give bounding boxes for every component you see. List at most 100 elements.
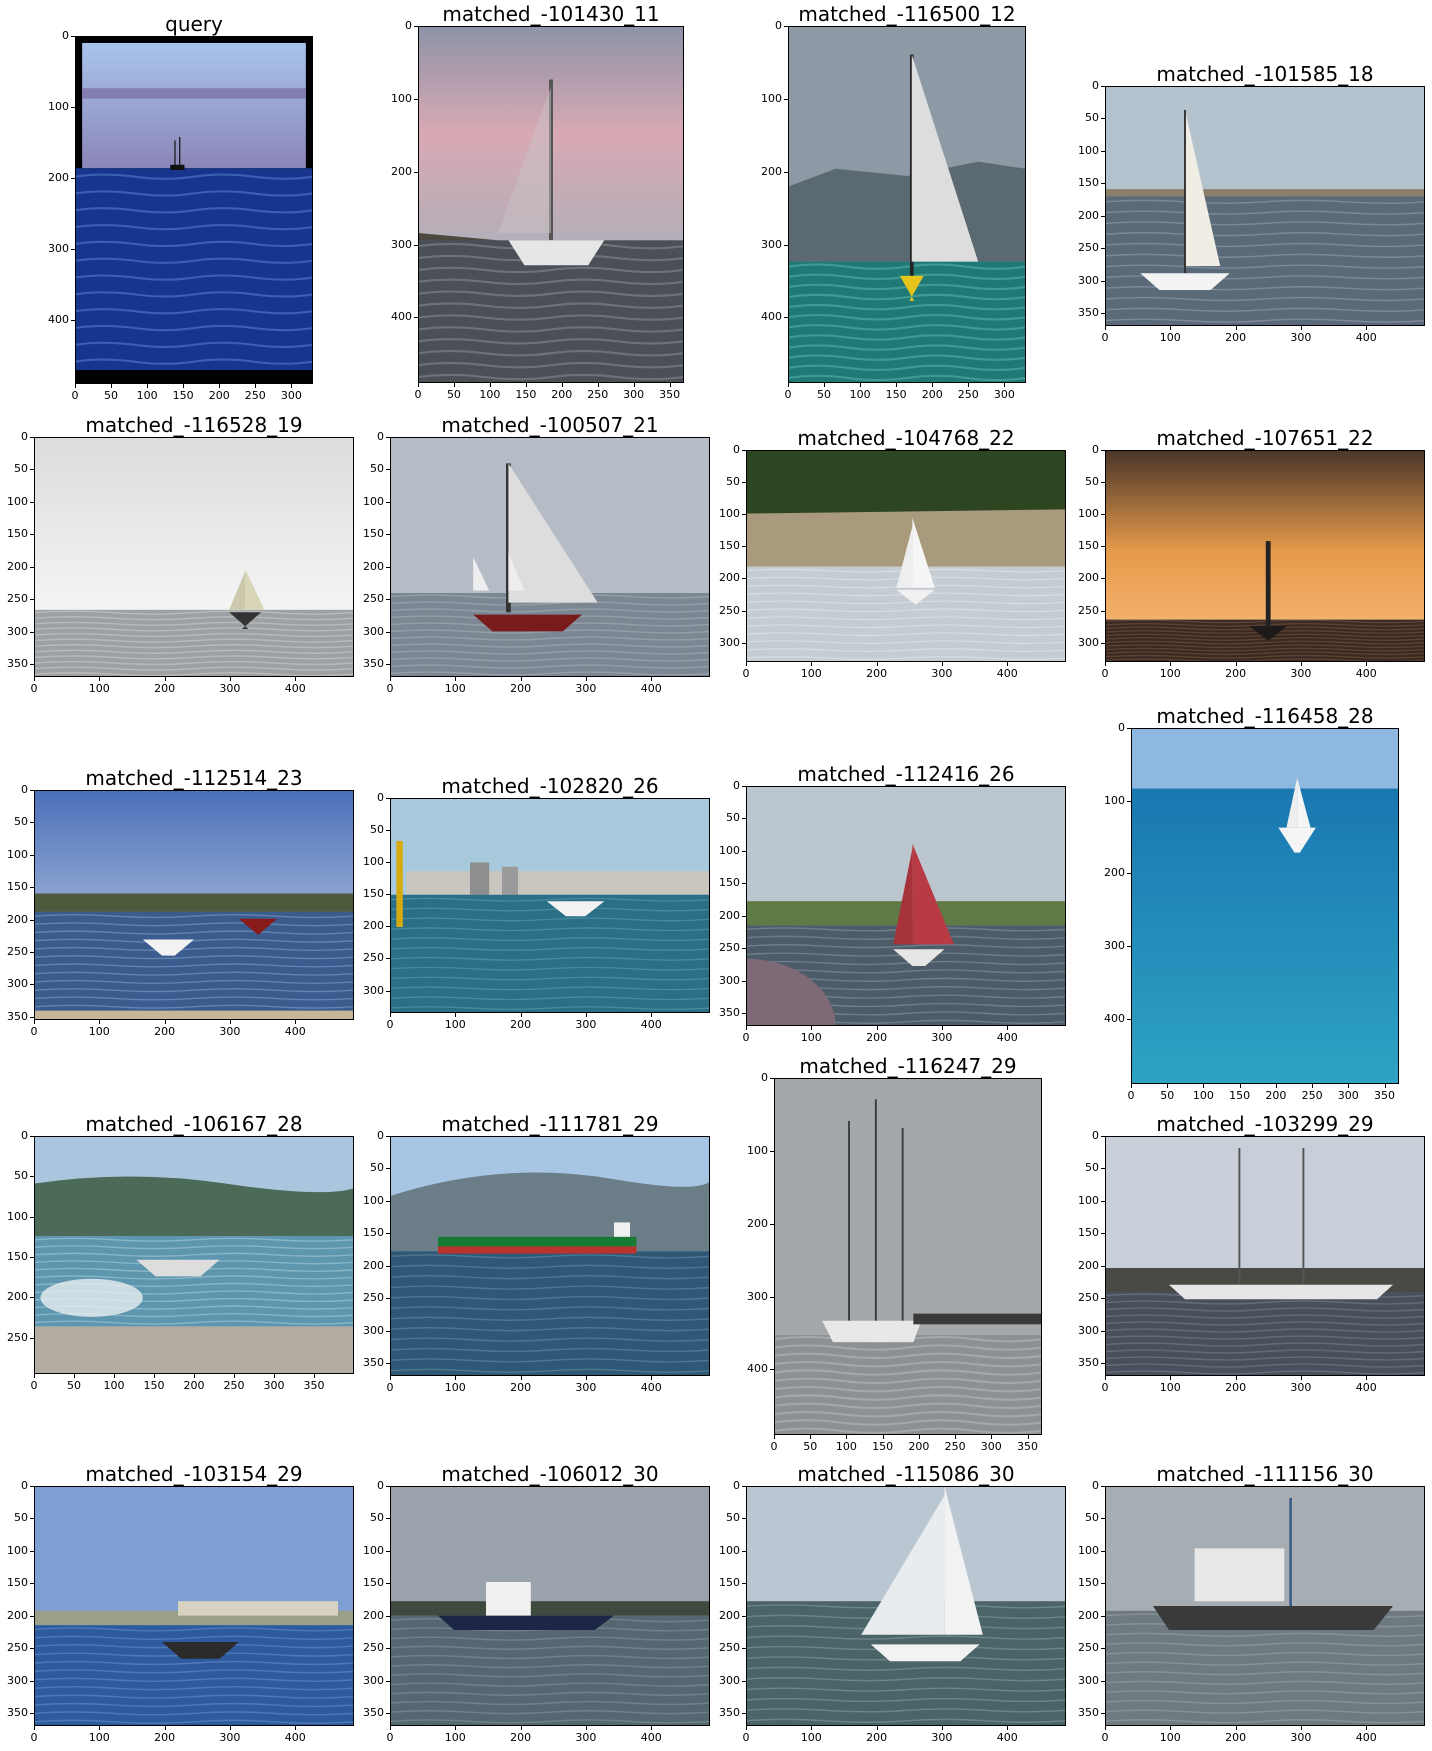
y-tick-label: 50 [1085,111,1099,125]
x-tick-label: 300 [575,1381,597,1394]
y-tick [784,98,788,100]
y-tick [1127,1018,1131,1020]
y-tick [30,1216,34,1218]
y-tick [30,501,34,503]
y-tick-label: 200 [363,1258,384,1272]
panel-title: matched_-116528_19 [85,413,303,437]
x-tick-label: 0 [386,682,394,695]
y-tick-label: 100 [719,507,740,521]
y-tick [30,1583,34,1585]
y-tick [784,171,788,173]
y-tick [30,599,34,601]
y-tick-label: 350 [1078,1706,1099,1720]
x-tick [882,1435,884,1439]
x-tick [229,1726,231,1730]
y-tick-label: 200 [747,1216,768,1230]
x-tick-label: 0 [742,667,750,680]
y-tick [30,664,34,666]
panel-title: matched_-116500_12 [798,2,1016,26]
y-tick [30,951,34,953]
x-tick [896,383,898,387]
x-tick-label: 0 [414,388,422,401]
panel-title: matched_-112514_23 [85,766,303,790]
y-tick [414,26,418,27]
x-tick [941,662,943,666]
y-tick-label: 200 [1078,1258,1099,1272]
x-tick-label: 400 [1355,1731,1377,1744]
y-tick-label: 0 [377,1129,384,1142]
y-tick [30,854,34,856]
y-tick-label: 150 [363,1226,384,1240]
x-tick [1027,1435,1029,1439]
y-tick-label: 300 [747,1289,768,1303]
thumbnail-image [774,1078,1042,1435]
y-tick-label: 350 [363,1706,384,1720]
x-tick [876,662,878,666]
x-tick-label: 200 [510,1018,532,1031]
y-tick [386,469,390,471]
y-tick-label: 250 [719,603,740,617]
y-tick [386,566,390,568]
x-tick [955,1435,957,1439]
y-tick-label: 50 [370,1161,384,1175]
y-tick-label: 300 [719,635,740,649]
y-tick-label: 0 [21,430,28,443]
y-tick-label: 250 [1078,241,1099,255]
thumbnail-image [34,1486,354,1726]
panel-title: matched_-103154_29 [85,1462,303,1486]
x-tick [1131,1084,1132,1088]
x-tick-label: 200 [183,1379,205,1392]
x-tick-label: 100 [88,682,110,695]
y-tick-label: 100 [761,91,782,105]
y-tick-label: 150 [363,527,384,541]
y-tick-label: 0 [377,1479,384,1492]
y-tick [1101,450,1105,451]
y-tick [30,1615,34,1617]
y-tick-label: 0 [377,791,384,804]
x-tick [968,383,970,387]
x-tick [1007,662,1009,666]
x-tick-label: 0 [742,1031,750,1044]
x-tick-label: 100 [103,1379,125,1392]
x-tick [455,1726,457,1730]
x-tick [34,1374,35,1378]
x-tick-label: 350 [303,1379,325,1392]
x-tick-label: 50 [1160,1089,1175,1102]
y-tick [386,862,390,864]
y-tick [1127,873,1131,875]
x-tick-label: 0 [784,388,792,401]
x-tick [147,384,149,388]
x-tick-label: 400 [996,1031,1018,1044]
x-tick [74,1374,75,1378]
x-tick-label: 0 [1101,667,1109,680]
y-tick-label: 200 [1078,571,1099,585]
y-tick [386,1713,390,1715]
x-tick-label: 350 [1017,1440,1038,1453]
y-tick-label: 150 [1078,539,1099,553]
y-tick-label: 150 [719,876,740,890]
y-tick [30,790,34,791]
x-tick-label: 100 [835,1440,857,1453]
y-tick-label: 0 [733,443,740,456]
y-tick-label: 50 [726,475,740,489]
x-tick [918,1435,920,1439]
y-tick-label: 200 [7,1608,28,1622]
panel-title: query [165,12,223,36]
x-tick [75,384,76,388]
y-tick [386,1583,390,1585]
y-tick [1101,1518,1105,1520]
y-tick-label: 350 [719,1706,740,1720]
y-tick [742,1680,746,1682]
y-tick-label: 250 [7,592,28,606]
x-tick [274,1374,275,1378]
x-tick [1167,1084,1169,1088]
y-tick [742,980,746,982]
y-tick [386,1265,390,1267]
y-tick [1101,1615,1105,1617]
y-tick [386,894,390,896]
panel-title: matched_-104768_22 [797,426,1015,450]
thumbnail-image [418,26,684,383]
y-tick-label: 200 [719,1608,740,1622]
x-tick-label: 100 [849,388,871,401]
y-tick-label: 250 [363,951,384,965]
